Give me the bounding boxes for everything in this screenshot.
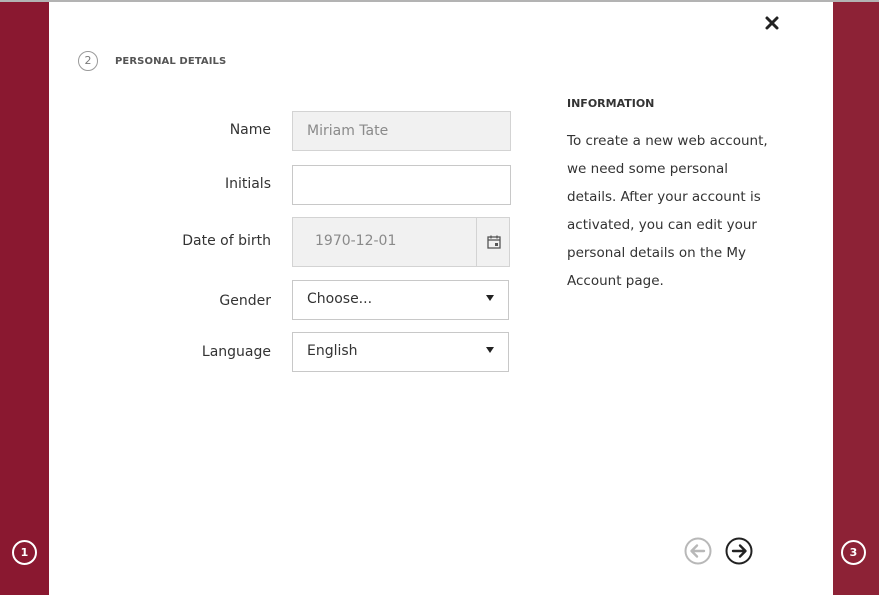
- date-of-birth-label: Date of birth: [182, 233, 271, 249]
- information-text: To create a new web account, we need som…: [567, 133, 768, 289]
- name-field: Miriam Tate: [292, 111, 511, 151]
- calendar-icon: [487, 235, 501, 249]
- previous-step-number[interactable]: 1: [12, 540, 37, 565]
- step-title: PERSONAL DETAILS: [115, 55, 227, 67]
- next-step-rail[interactable]: 3: [833, 2, 879, 595]
- language-select[interactable]: English: [292, 332, 509, 372]
- name-value: Miriam Tate: [307, 123, 389, 139]
- step-header: 2 PERSONAL DETAILS: [78, 51, 226, 71]
- chevron-down-icon: [486, 347, 494, 353]
- close-icon: [765, 16, 779, 30]
- initials-label: Initials: [224, 176, 271, 192]
- name-label: Name: [229, 122, 271, 138]
- information-title: INFORMATION: [567, 97, 655, 110]
- date-of-birth-field: 1970-12-01: [292, 217, 510, 267]
- top-border: [0, 0, 879, 2]
- gender-label: Gender: [219, 293, 271, 309]
- arrow-left-circle-icon: [684, 537, 712, 565]
- language-selected-value: English: [307, 343, 358, 359]
- previous-step-rail[interactable]: 1: [0, 2, 49, 595]
- next-button[interactable]: [725, 537, 753, 565]
- gender-select[interactable]: Choose...: [292, 280, 509, 320]
- close-button[interactable]: [763, 14, 781, 32]
- back-button[interactable]: [684, 537, 712, 565]
- initials-field[interactable]: [292, 165, 511, 205]
- gender-selected-value: Choose...: [307, 291, 373, 307]
- chevron-down-icon: [486, 295, 494, 301]
- step-number-badge: 2: [78, 51, 98, 71]
- initials-input[interactable]: [307, 177, 496, 193]
- language-label: Language: [201, 344, 271, 360]
- date-of-birth-value: 1970-12-01: [315, 233, 397, 249]
- next-step-number[interactable]: 3: [841, 540, 866, 565]
- date-picker-button[interactable]: [476, 218, 511, 266]
- arrow-right-circle-icon: [725, 537, 753, 565]
